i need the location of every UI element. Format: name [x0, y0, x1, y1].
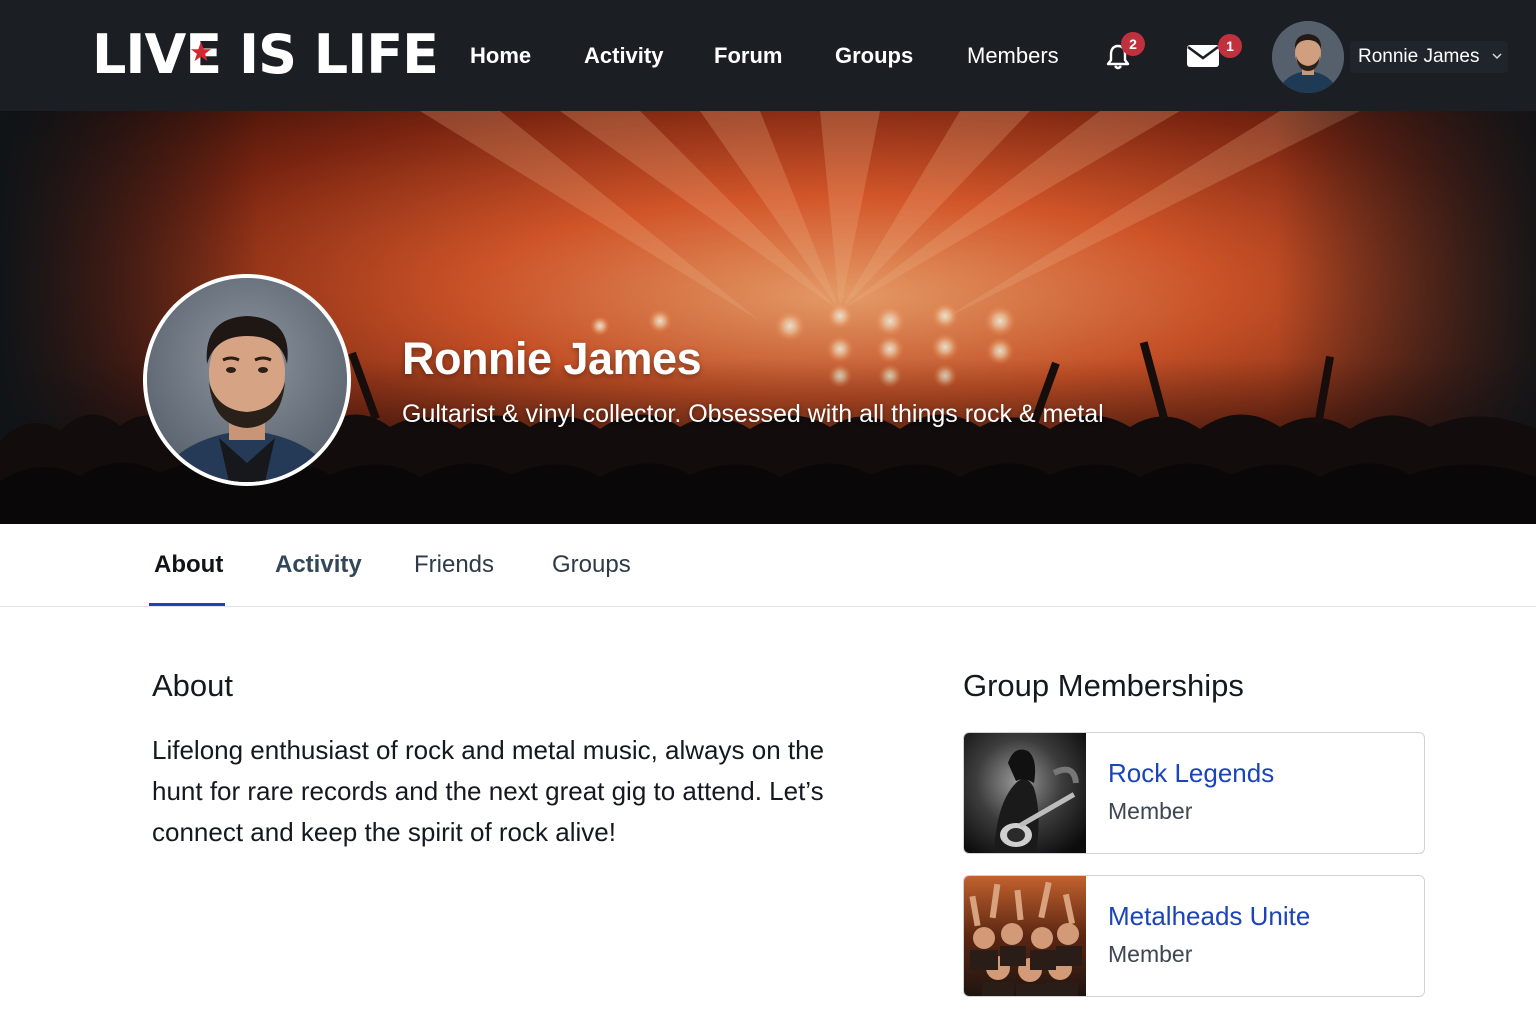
group-role: Member	[1108, 798, 1193, 824]
profile-name: Ronnie James	[402, 333, 702, 384]
messages-badge: 1	[1218, 34, 1242, 58]
envelope-icon	[1187, 45, 1219, 67]
nav-link-home[interactable]: Home	[470, 42, 531, 70]
metalheads-unite-thumbnail	[964, 876, 1086, 996]
site-logo[interactable]: LIVE IS LIFE	[92, 27, 439, 83]
active-tab-indicator	[149, 603, 225, 606]
tab-friends[interactable]: Friends	[414, 550, 494, 580]
group-name[interactable]: Metalheads Unite	[1108, 900, 1310, 932]
profile-bio: Gultarist & vinyl collector. Obsessed wi…	[402, 400, 1104, 428]
logo-star-icon	[190, 41, 212, 62]
user-name: Ronnie James	[1358, 46, 1480, 67]
about-heading: About	[152, 668, 234, 703]
notifications-button[interactable]: 2	[1104, 32, 1145, 74]
profile-tabs: About Activity Friends Groups	[0, 524, 1536, 607]
user-avatar[interactable]	[1272, 21, 1344, 93]
group-card-metalheads-unite[interactable]: Metalheads Unite Member	[963, 875, 1425, 997]
tab-about[interactable]: About	[154, 550, 223, 580]
profile-avatar[interactable]	[143, 274, 351, 486]
group-card-rock-legends[interactable]: Rock Legends Member	[963, 732, 1425, 854]
chevron-down-icon	[1492, 53, 1502, 60]
profile-cover: Ronnie James Gultarist & vinyl collector…	[0, 111, 1536, 524]
notifications-badge: 2	[1121, 32, 1145, 56]
user-menu[interactable]: Ronnie James	[1272, 20, 1510, 94]
profile-avatar-portrait	[147, 278, 347, 482]
nav-link-activity[interactable]: Activity	[584, 42, 663, 70]
top-navbar: LIVE IS LIFE Home Activity Forum Groups …	[0, 0, 1536, 111]
nav-link-groups[interactable]: Groups	[835, 42, 913, 70]
user-avatar-portrait	[1272, 21, 1344, 93]
nav-link-forum[interactable]: Forum	[714, 42, 782, 70]
user-name-box[interactable]: Ronnie James	[1350, 41, 1508, 73]
site-logo-text: LIVE IS LIFE	[92, 23, 439, 86]
messages-button[interactable]: 1	[1187, 34, 1242, 70]
about-text: Lifelong enthusiast of rock and metal mu…	[152, 735, 825, 847]
tab-groups[interactable]: Groups	[552, 550, 631, 580]
nav-link-members[interactable]: Members	[967, 42, 1059, 70]
rock-legends-thumbnail	[964, 733, 1086, 853]
group-role: Member	[1108, 941, 1193, 967]
group-name[interactable]: Rock Legends	[1108, 757, 1274, 789]
tab-activity[interactable]: Activity	[275, 550, 362, 580]
group-memberships-heading: Group Memberships	[963, 668, 1244, 703]
